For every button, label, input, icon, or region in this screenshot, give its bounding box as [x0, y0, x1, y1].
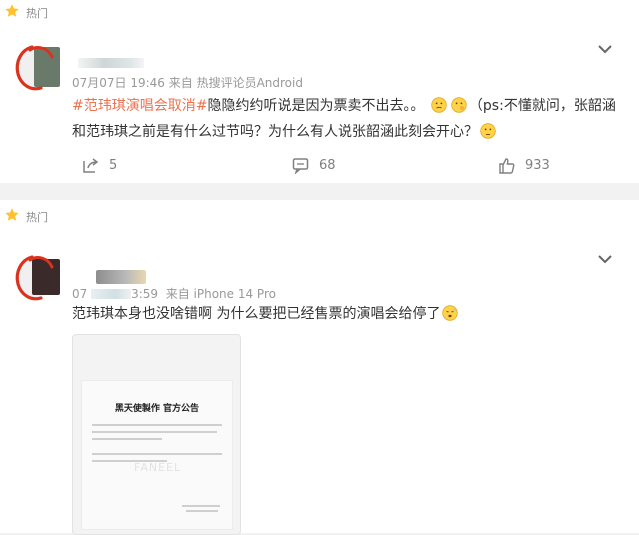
- thinking-face-icon: [480, 122, 496, 139]
- comment-icon: [292, 158, 309, 174]
- post-meta: 07月07日 19:46 来自 热搜评论员Android: [72, 76, 303, 90]
- post-text-segment: （ps:不懂就问，张韶涵: [468, 98, 616, 114]
- notice-text-line: [92, 453, 222, 455]
- like-button[interactable]: 933: [498, 157, 550, 174]
- avatar[interactable]: [15, 255, 60, 301]
- post-card-1: 热门 07月07日 19:46 来自 热搜评论员Android #范玮琪演唱会取…: [0, 0, 639, 183]
- notice-watermark: FANEEL: [134, 461, 182, 474]
- comment-button[interactable]: 68: [292, 157, 336, 174]
- avatar[interactable]: [15, 45, 60, 91]
- post-meta-date: 07: [72, 287, 88, 301]
- notice-title: 黑天使製作 官方公告: [114, 404, 200, 414]
- notice-signature-line: [182, 505, 220, 507]
- share-count: 5: [109, 158, 118, 173]
- share-icon: [83, 158, 99, 173]
- sweat-face-icon: [442, 304, 459, 321]
- notice-image[interactable]: 黑天使製作 官方公告 FANEEL: [72, 334, 241, 535]
- post-text: 范玮琪本身也没啥错啊 为什么要把已经售票的演唱会给停了: [72, 301, 632, 327]
- post-actions: 5 68 933: [0, 157, 639, 181]
- post-text-segment: 隐隐约约听说是因为票卖不出去。。: [207, 98, 425, 114]
- thinking-face-icon: [451, 96, 467, 113]
- post-meta-time: 3:59: [131, 287, 159, 301]
- post-card-2: 热门 07 3:59 来自 iPhone 14 Pro 范玮琪本身也没啥错啊 为…: [0, 200, 639, 535]
- post-meta-source: 来自 iPhone 14 Pro: [165, 287, 276, 301]
- red-circle-annotation: [15, 45, 54, 91]
- hot-label: 热门: [26, 211, 48, 224]
- notice-signature-line: [186, 510, 218, 512]
- star-icon: [4, 3, 20, 23]
- post-text-line2: 和范玮琪之前是有什么过节吗？为什么有人说张韶涵此刻会开心？: [72, 124, 478, 140]
- notice-text-line: [92, 424, 222, 426]
- hot-section-header: 热门: [4, 4, 48, 22]
- post-text-content: 范玮琪本身也没啥错啊 为什么要把已经售票的演唱会给停了: [72, 306, 441, 322]
- chevron-down-icon[interactable]: [597, 250, 613, 264]
- post-meta: 07 3:59 来自 iPhone 14 Pro: [72, 285, 276, 302]
- share-button[interactable]: 5: [82, 157, 117, 174]
- like-count: 933: [525, 158, 550, 173]
- star-icon: [4, 207, 20, 227]
- chevron-down-icon[interactable]: [597, 40, 613, 54]
- like-icon: [499, 158, 515, 174]
- notice-document: 黑天使製作 官方公告 FANEEL: [81, 380, 233, 530]
- notice-text-line: [92, 438, 162, 440]
- post-meta-blur: [91, 289, 132, 299]
- hot-section-header: 热门: [4, 208, 48, 226]
- notice-text-line: [92, 431, 217, 433]
- comment-count: 68: [319, 158, 336, 173]
- post-text: #范玮琪演唱会取消#隐隐约约听说是因为票卖不出去。。 （ps:不懂就问，张韶涵 …: [72, 93, 632, 145]
- hashtag-link[interactable]: #范玮琪演唱会取消#: [72, 98, 207, 114]
- username-blurred[interactable]: [78, 58, 144, 68]
- hot-label: 热门: [26, 7, 48, 20]
- red-circle-annotation: [15, 255, 54, 301]
- username-blurred[interactable]: [96, 270, 146, 284]
- thinking-face-icon: [431, 96, 447, 113]
